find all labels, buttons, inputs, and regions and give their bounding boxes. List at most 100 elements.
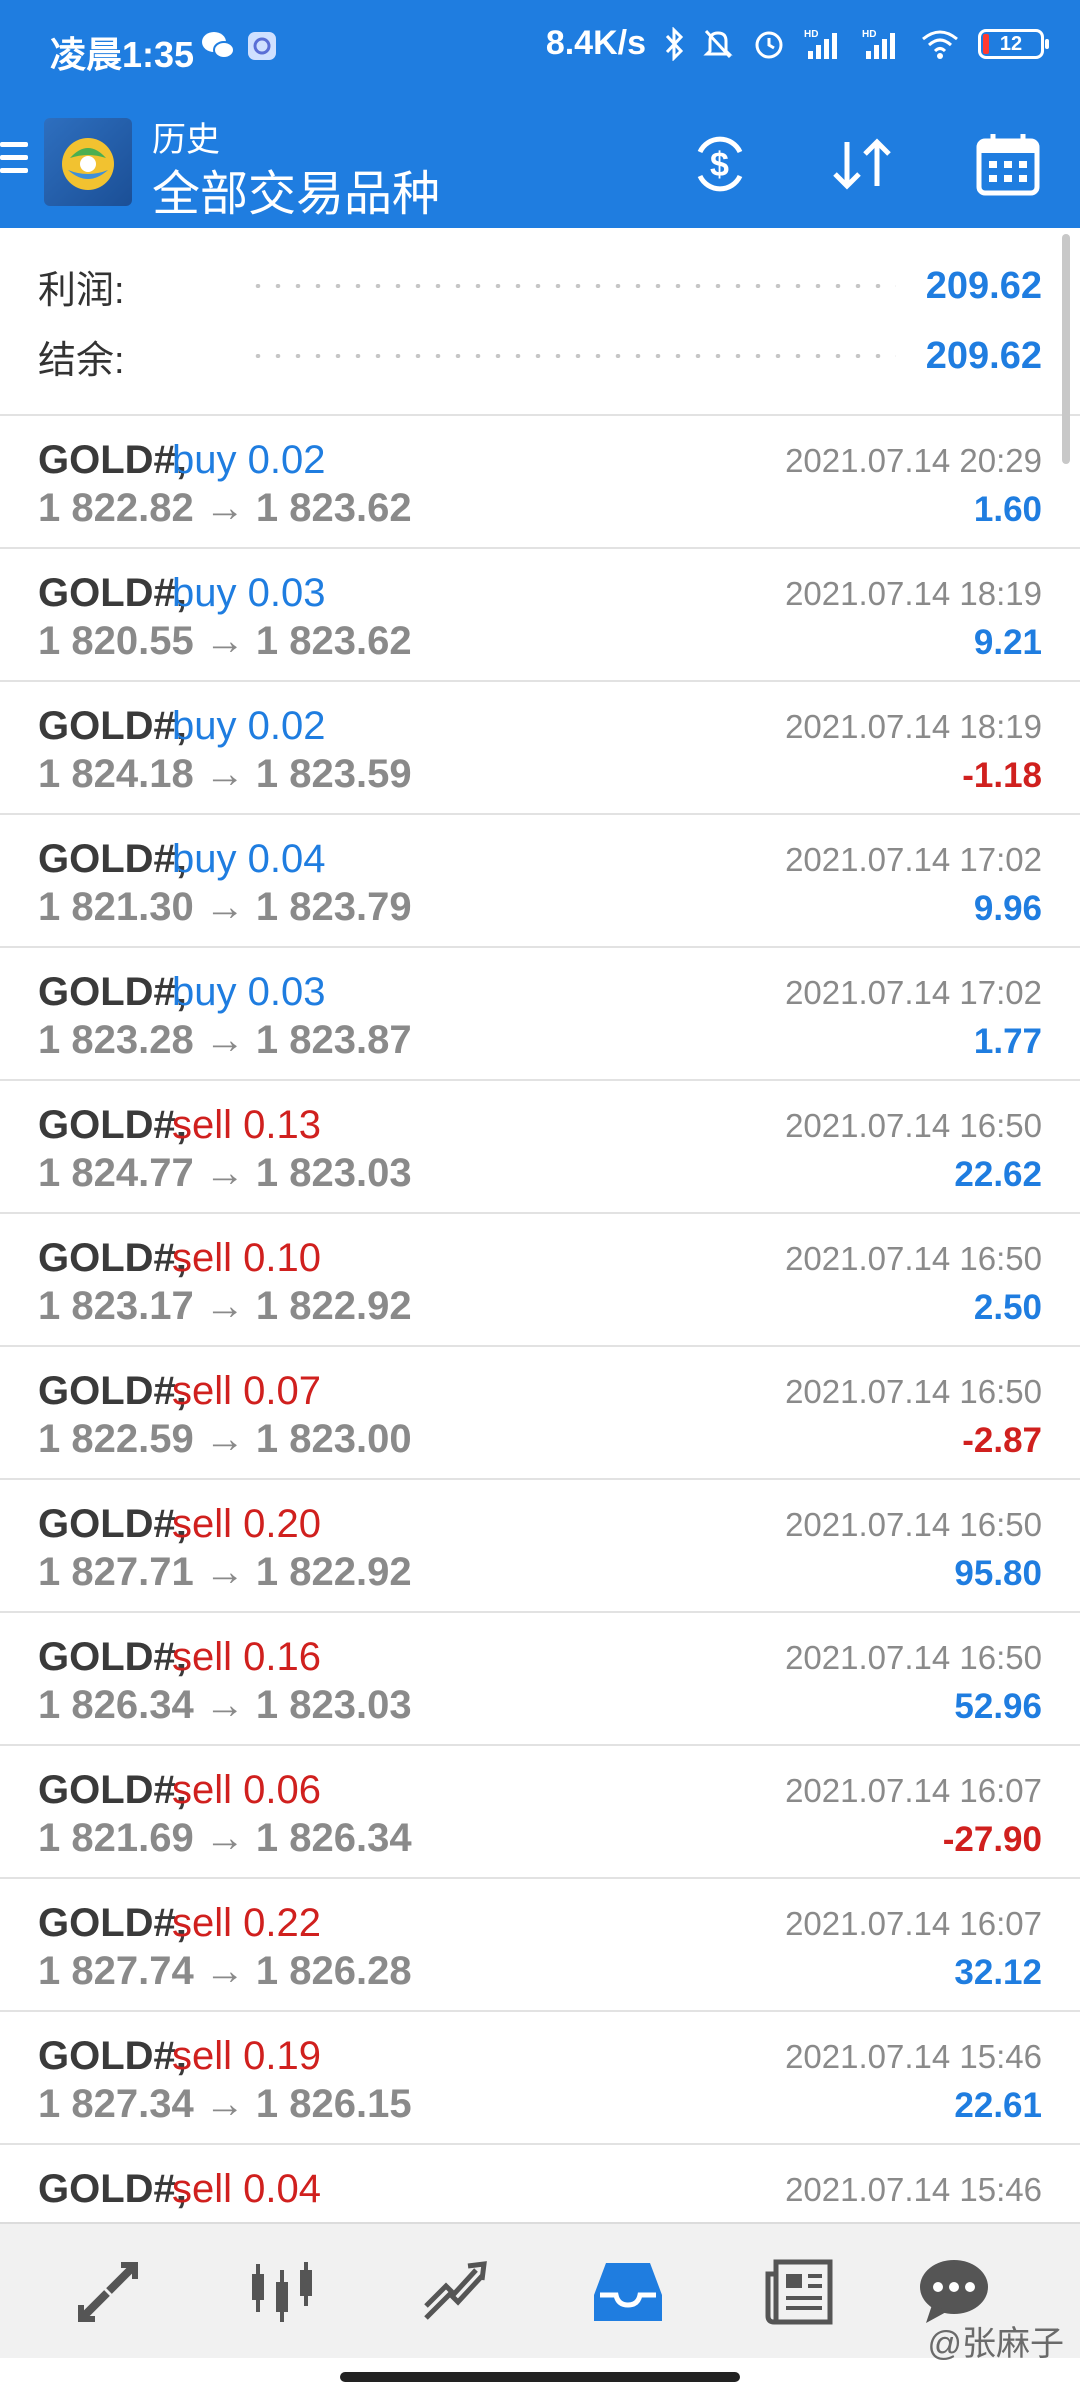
news-icon[interactable]	[758, 2250, 842, 2334]
trade-row[interactable]: GOLD#, sell 0.19 1 827.34 → 1 826.15 2021.0…	[0, 2012, 1080, 2145]
trade-symbol: GOLD#,	[38, 2167, 187, 2211]
trade-row[interactable]: GOLD#, sell 0.16 1 826.34 → 1 823.03 2021.0…	[0, 1613, 1080, 1746]
trade-row[interactable]: GOLD#, sell 0.22 1 827.74 → 1 826.28 2021.0…	[0, 1879, 1080, 2012]
trade-datetime: 2021.07.14 16:50	[785, 1240, 1042, 1277]
trade-datetime: 2021.07.14 17:02	[785, 841, 1042, 878]
watermark: @张麻子	[927, 2325, 1064, 2363]
trade-side-volume: sell 0.13	[172, 1103, 321, 1147]
trade-profit: 52.96	[954, 1687, 1042, 1726]
trade-symbol: GOLD#,	[38, 1103, 187, 1147]
trade-datetime: 2021.07.14 16:50	[785, 1107, 1042, 1144]
net-speed: 8.4K/s	[545, 24, 646, 62]
signal-hd-icon-2: HD	[862, 27, 902, 61]
trade-symbol: GOLD#,	[38, 438, 187, 482]
signal-hd-icon: HD	[804, 27, 844, 61]
profit-row: 利润: 209.62	[38, 256, 1042, 316]
trade-prices: 1 821.69 → 1 826.34	[38, 1816, 412, 1860]
trade-side-volume: sell 0.04	[172, 2167, 321, 2211]
trade-row[interactable]: GOLD#, sell 0.13 1 824.77 → 1 823.03 2021.0…	[0, 1081, 1080, 1214]
page-title[interactable]: 全部交易品种	[152, 154, 440, 224]
bottom-navigation	[0, 2222, 1080, 2358]
trade-prices: 1 827.71 → 1 822.92	[38, 1550, 412, 1594]
trade-row[interactable]: GOLD#, buy 0.02 1 822.82 → 1 823.62 2021.07…	[0, 416, 1080, 549]
trade-datetime: 2021.07.14 16:50	[785, 1373, 1042, 1410]
trade-datetime: 2021.07.14 15:46	[785, 2038, 1042, 2075]
trade-symbol: GOLD#,	[38, 1369, 187, 1413]
battery-icon: 12	[978, 28, 1049, 59]
trade-symbol: GOLD#,	[38, 970, 187, 1014]
trade-profit: 1.60	[973, 490, 1042, 529]
trade-profit: 1.77	[973, 1022, 1042, 1061]
trade-prices: 1 824.18 → 1 823.59	[38, 752, 412, 796]
trade-profit: 22.62	[954, 1155, 1042, 1194]
wifi-icon	[920, 27, 960, 61]
trade-symbol: GOLD#,	[38, 704, 187, 748]
balance-label: 结余:	[38, 339, 125, 382]
trade-profit: 95.80	[954, 1554, 1042, 1593]
quotes-icon[interactable]	[66, 2250, 150, 2334]
trade-side-volume: sell 0.16	[172, 1635, 321, 1679]
home-indicator[interactable]	[340, 2372, 740, 2382]
trade-row[interactable]: GOLD#, sell 0.04 2021.07.14 15:46	[0, 2145, 1080, 2222]
trade-datetime: 2021.07.14 20:29	[785, 442, 1042, 479]
trade-prices: 1 823.28 → 1 823.87	[38, 1018, 412, 1062]
trade-side-volume: buy 0.03	[172, 970, 326, 1014]
trade-side-volume: buy 0.02	[172, 704, 326, 748]
status-right: 8.4K/s HD HD 12	[545, 24, 1049, 63]
trade-datetime: 2021.07.14 16:50	[785, 1639, 1042, 1676]
trade-datetime: 2021.07.14 16:07	[785, 1905, 1042, 1942]
trade-datetime: 2021.07.14 17:02	[785, 974, 1042, 1011]
chart-icon[interactable]	[240, 2250, 324, 2334]
trade-prices: 1 821.30 → 1 823.79	[38, 885, 412, 929]
trade-datetime: 2021.07.14 18:19	[785, 575, 1042, 612]
app-notification-icon	[246, 30, 282, 62]
trade-row[interactable]: GOLD#, buy 0.03 1 823.28 → 1 823.87 2021.07…	[0, 948, 1080, 1081]
bluetooth-icon	[664, 26, 684, 61]
trade-row[interactable]: GOLD#, buy 0.02 1 824.18 → 1 823.59 2021.07…	[0, 682, 1080, 815]
balance-row: 结余: 209.62	[38, 326, 1042, 386]
alarm-icon	[752, 27, 786, 61]
trade-profit: 32.12	[954, 1953, 1042, 1992]
trade-datetime: 2021.07.14 15:46	[785, 2171, 1042, 2208]
trade-profit: -2.87	[962, 1421, 1042, 1460]
status-time: 凌晨1:35	[50, 34, 195, 75]
trade-datetime: 2021.07.14 16:07	[785, 1772, 1042, 1809]
app-logo	[44, 118, 132, 206]
trade-icon[interactable]	[414, 2250, 498, 2334]
trade-datetime: 2021.07.14 18:19	[785, 708, 1042, 745]
history-icon[interactable]	[586, 2250, 670, 2334]
svg-text:HD: HD	[804, 29, 818, 40]
trade-row[interactable]: GOLD#, buy 0.04 1 821.30 → 1 823.79 2021.07…	[0, 815, 1080, 948]
trade-profit: 22.61	[954, 2086, 1042, 2125]
trade-side-volume: buy 0.03	[172, 571, 326, 615]
mute-bell-icon	[702, 27, 734, 61]
trade-symbol: GOLD#,	[38, 1901, 187, 1945]
trade-row[interactable]: GOLD#, sell 0.10 1 823.17 → 1 822.92 2021.0…	[0, 1214, 1080, 1347]
trade-side-volume: sell 0.07	[172, 1369, 321, 1413]
trade-symbol: GOLD#,	[38, 1768, 187, 1812]
trade-symbol: GOLD#,	[38, 2034, 187, 2078]
trade-row[interactable]: GOLD#, sell 0.06 1 821.69 → 1 826.34 2021.0…	[0, 1746, 1080, 1879]
trade-row[interactable]: GOLD#, sell 0.07 1 822.59 → 1 823.00 2021.0…	[0, 1347, 1080, 1480]
trade-profit: 9.21	[973, 623, 1042, 662]
trade-side-volume: buy 0.04	[172, 837, 326, 881]
currency-exchange-icon[interactable]: $	[680, 126, 760, 202]
trade-symbol: GOLD#,	[38, 1502, 187, 1546]
trade-side-volume: sell 0.06	[172, 1768, 321, 1812]
profit-value: 209.62	[925, 264, 1042, 307]
trade-prices: 1 827.74 → 1 826.28	[38, 1949, 412, 1993]
trade-history-list[interactable]: GOLD#, buy 0.02 1 822.82 → 1 823.62 2021.07…	[0, 416, 1080, 2222]
menu-icon[interactable]	[0, 142, 28, 182]
trade-symbol: GOLD#,	[38, 837, 187, 881]
trade-row[interactable]: GOLD#, buy 0.03 1 820.55 → 1 823.62 2021.07…	[0, 549, 1080, 682]
trade-side-volume: sell 0.20	[172, 1502, 321, 1546]
trade-datetime: 2021.07.14 16:50	[785, 1506, 1042, 1543]
trade-symbol: GOLD#,	[38, 1236, 187, 1280]
trade-profit: 9.96	[973, 889, 1042, 928]
trade-row[interactable]: GOLD#, sell 0.20 1 827.71 → 1 822.92 2021.0…	[0, 1480, 1080, 1613]
dotted-leader	[248, 354, 896, 358]
calendar-icon[interactable]	[968, 126, 1048, 202]
trade-prices: 1 823.17 → 1 822.92	[38, 1284, 412, 1328]
trade-prices: 1 820.55 → 1 823.62	[38, 619, 412, 663]
sort-icon[interactable]	[822, 126, 902, 202]
